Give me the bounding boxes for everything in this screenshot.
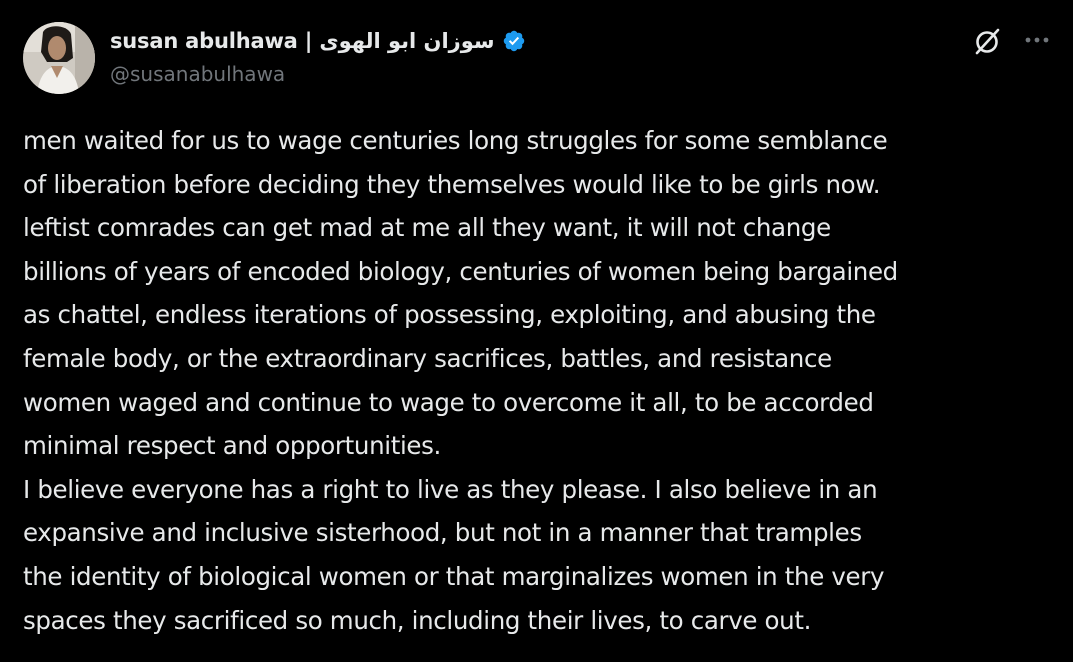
tweet-card: susan abulhawa | سوزان ابو الهوى @susana… (0, 0, 1073, 662)
more-horizontal-icon (1025, 37, 1049, 43)
grok-slash-circle-icon (975, 28, 1000, 55)
author-handle[interactable]: @susanabulhawa (110, 62, 285, 86)
tweet-text-line: spaces they sacrificed so much, includin… (23, 605, 812, 635)
author-name-row: susan abulhawa | سوزان ابو الهوى (110, 26, 526, 56)
tweet-text-line: billions of years of encoded biology, ce… (23, 256, 898, 286)
tweet-text-line: I believe everyone has a right to live a… (23, 474, 878, 504)
avatar[interactable] (23, 22, 95, 94)
tweet-text-line: women waged and continue to wage to over… (23, 387, 874, 417)
tweet-text-line: leftist comrades can get mad at me all t… (23, 213, 831, 243)
tweet-text-line: the identity of biological women or that… (23, 561, 885, 591)
tweet-text-line: men waited for us to wage centuries long… (23, 126, 888, 155)
profile-photo-avatar-icon (23, 22, 95, 94)
tweet-text-line: female body, or the extraordinary sacrif… (23, 343, 832, 373)
more-options-button[interactable] (1021, 27, 1053, 53)
tweet-text-line: minimal respect and opportunities. (23, 431, 441, 461)
tweet-text: men waited for us to wage centuries long… (23, 119, 1063, 642)
tweet-text-line: as chattel, endless iterations of posses… (23, 300, 876, 330)
tweet-text-line: expansive and inclusive sisterhood, but … (23, 518, 862, 548)
verified-badge-icon[interactable] (502, 29, 526, 53)
tweet-text-line: of liberation before deciding they thems… (23, 169, 881, 199)
author-display-name[interactable]: susan abulhawa | سوزان ابو الهوى (110, 29, 495, 53)
grok-button[interactable] (971, 25, 1003, 57)
